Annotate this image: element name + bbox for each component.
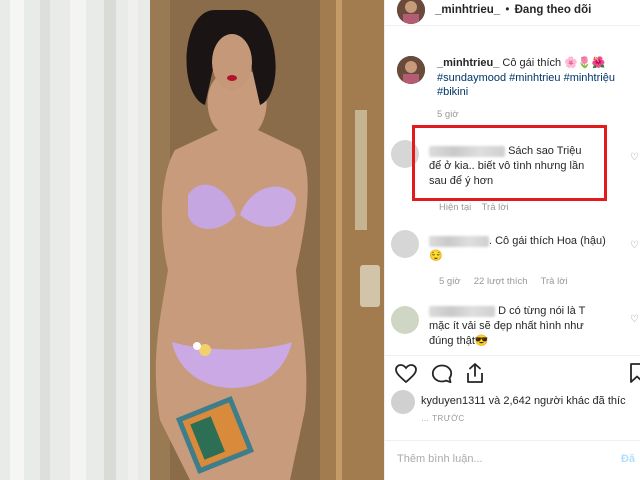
add-comment-bar: Thêm bình luận... Đă [385, 440, 640, 480]
likes-summary: kyduyen1311 và 2,642 người khác đã thíc [385, 390, 640, 414]
highlight-box [412, 125, 607, 201]
blurred-username [429, 305, 495, 317]
heart-icon[interactable]: ♡ [630, 152, 639, 163]
comment-text-line1: D có từng nói là T [498, 305, 586, 317]
commenter-avatar[interactable] [391, 230, 419, 258]
share-icon[interactable] [465, 362, 485, 384]
post-time-ago: … TRƯỚC [421, 414, 465, 423]
heart-icon[interactable]: ♡ [630, 240, 639, 251]
commenter-avatar[interactable] [391, 306, 419, 334]
comment-text-line3: đúng thật😎 [429, 335, 489, 347]
post-photo[interactable] [0, 0, 384, 480]
comment-time: 5 giờ [439, 276, 461, 287]
comment-likes[interactable]: 22 lượt thích [474, 276, 528, 287]
comment-bubble-icon[interactable] [431, 364, 453, 384]
likes-text[interactable]: kyduyen1311 và 2,642 người khác đã thíc [421, 395, 626, 407]
comment-text-line1: . Cô gái thích Hoa (hậu) [489, 235, 606, 247]
header-separator: • [505, 4, 510, 16]
photo-illustration [0, 0, 384, 480]
author-username[interactable]: _minhtrieu_ [435, 4, 500, 16]
follow-status-button[interactable]: Đang theo dõi [515, 4, 592, 16]
heart-icon[interactable]: ♡ [630, 314, 639, 325]
caption-avatar[interactable] [397, 56, 425, 84]
reply-button[interactable]: Trả lời [541, 276, 568, 287]
bookmark-icon[interactable] [629, 362, 640, 384]
action-bar [385, 355, 640, 392]
liker-avatar[interactable] [391, 390, 415, 414]
reply-button[interactable]: Trả lời [482, 202, 509, 213]
like-heart-icon[interactable] [395, 364, 417, 384]
caption-text: Cô gái thích 🌸🌷🌺 [502, 57, 606, 69]
comment-input[interactable]: Thêm bình luận... [397, 453, 483, 465]
caption-hashtags[interactable]: #sundaymood #minhtrieu #minhtriệu [437, 72, 615, 84]
post-side-panel: _minhtrieu_ • Đang theo dõi _minhtrieu_ … [384, 0, 640, 480]
author-avatar[interactable] [397, 0, 425, 24]
caption-time: 5 giờ [437, 108, 459, 120]
comment-time: Hiện tại [439, 202, 472, 213]
blurred-username [429, 235, 489, 247]
caption-hashtag-bikini[interactable]: #bikini [437, 86, 468, 98]
comment-text-line2: mặc ít vải sẽ đẹp nhất hình như [429, 320, 584, 332]
comment-text-line2: 😌 [429, 250, 443, 262]
post-header: _minhtrieu_ • Đang theo dõi [385, 0, 640, 26]
post-comment-button[interactable]: Đă [621, 453, 635, 465]
caption-username[interactable]: _minhtrieu_ [437, 57, 499, 69]
